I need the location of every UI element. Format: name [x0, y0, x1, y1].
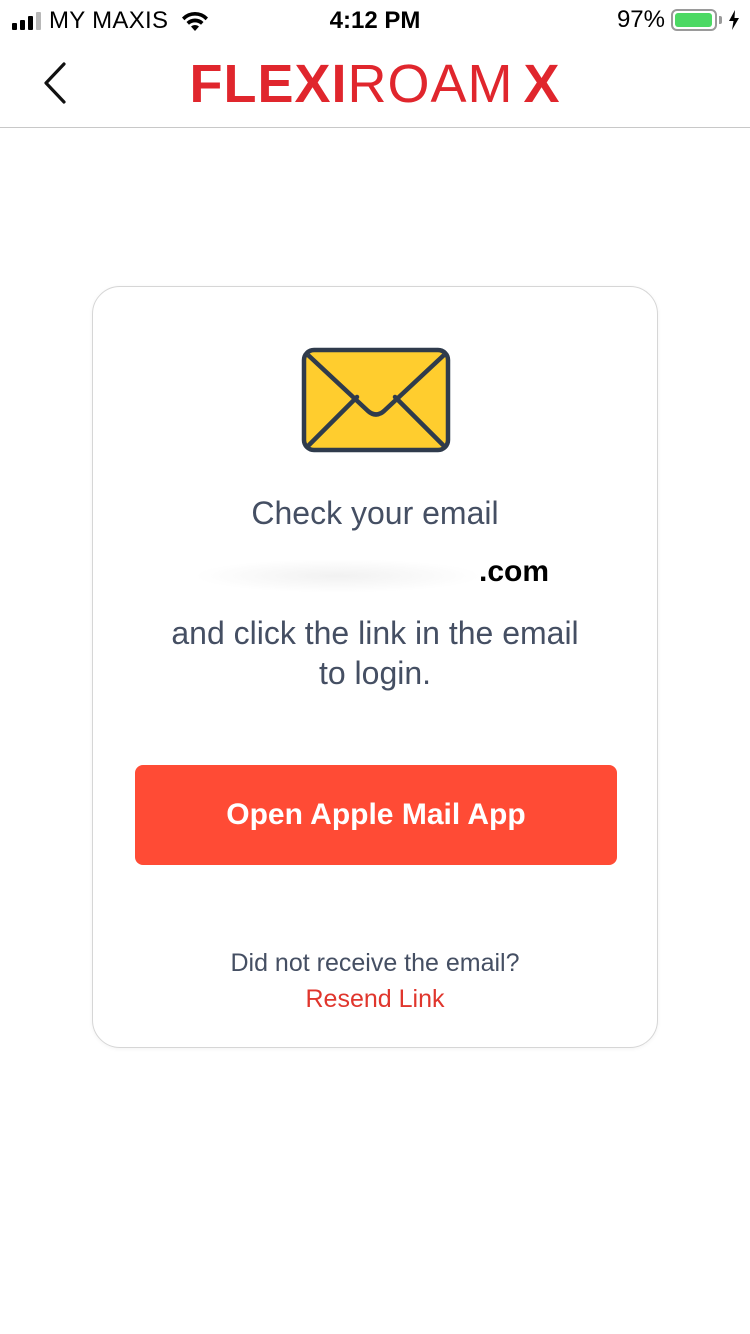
- envelope-icon: [301, 347, 451, 453]
- redacted-email-local-part: [193, 559, 483, 593]
- battery-percent: 97%: [616, 6, 665, 33]
- login-instruction: and click the link in the email to login…: [93, 613, 657, 693]
- check-email-heading: Check your email: [251, 495, 499, 531]
- instruction-line-1: and click the link in the email: [171, 615, 579, 651]
- logo-part-roam: ROAM: [347, 54, 514, 114]
- status-right: 97%: [616, 6, 740, 33]
- open-mail-app-button[interactable]: Open Apple Mail App: [135, 765, 617, 865]
- charging-bolt-icon: [729, 10, 739, 30]
- instruction-line-2: to login.: [318, 655, 432, 691]
- screen: MY MAXIS 4:12 PM 97% FLEXIROAM X Check y…: [0, 0, 750, 1334]
- not-received-text: Did not receive the email?: [230, 949, 520, 977]
- battery-level-fill: [675, 13, 712, 27]
- logo-part-flexi: FLEXI: [189, 54, 348, 114]
- email-domain: .com: [479, 555, 550, 588]
- resend-link[interactable]: Resend Link: [93, 985, 657, 1014]
- battery-cap: [719, 16, 722, 24]
- logo-part-x: X: [523, 54, 561, 114]
- battery-icon: [671, 9, 717, 31]
- status-bar: MY MAXIS 4:12 PM 97%: [0, 0, 750, 40]
- nav-bar: FLEXIROAM X: [0, 40, 750, 128]
- email-check-card: Check your email .com and click the link…: [92, 286, 658, 1048]
- email-address-line: .com: [93, 555, 657, 595]
- flexiroam-logo: FLEXIROAM X: [0, 54, 750, 114]
